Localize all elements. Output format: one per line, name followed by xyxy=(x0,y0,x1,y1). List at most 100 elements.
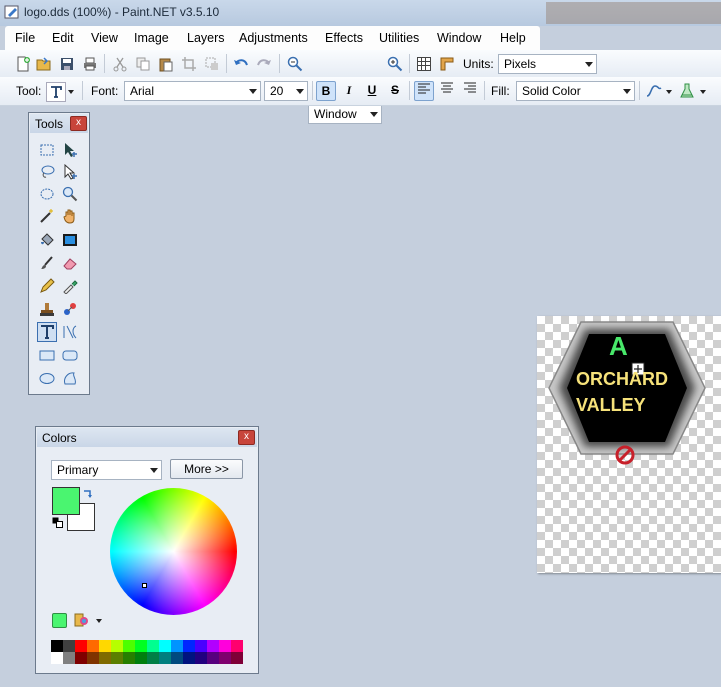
color-picker-icon[interactable] xyxy=(60,276,80,296)
color-wheel[interactable] xyxy=(110,488,237,615)
more-colors-button[interactable]: More >> xyxy=(170,459,243,479)
font-size-dropdown[interactable]: 20 xyxy=(264,81,308,101)
palette-swatch[interactable] xyxy=(111,652,123,664)
rectangle-select-icon[interactable] xyxy=(37,140,57,160)
chevron-down-icon[interactable] xyxy=(96,619,102,623)
paste-icon[interactable] xyxy=(157,55,175,73)
line-curve-icon[interactable] xyxy=(60,322,80,342)
menu-file[interactable]: File xyxy=(15,31,35,45)
text-tool-icon[interactable] xyxy=(46,82,66,102)
move-selected-pixels-icon[interactable] xyxy=(60,140,80,160)
palette-swatch[interactable] xyxy=(159,652,171,664)
align-left-button[interactable] xyxy=(414,81,434,101)
palette-swatch[interactable] xyxy=(231,640,243,652)
palette-swatch[interactable] xyxy=(123,652,135,664)
colors-window-header[interactable]: Colors x xyxy=(37,428,257,447)
menu-effects[interactable]: Effects xyxy=(325,31,363,45)
image-canvas[interactable]: A ORCHARD VALLEY xyxy=(537,316,721,573)
pencil-icon[interactable] xyxy=(37,276,57,296)
zoom-icon[interactable] xyxy=(60,184,80,204)
color-wheel-cursor[interactable] xyxy=(142,583,147,588)
close-icon[interactable]: x xyxy=(238,430,255,445)
palette-swatch[interactable] xyxy=(171,640,183,652)
palette-swatch[interactable] xyxy=(195,640,207,652)
palette-swatch[interactable] xyxy=(135,640,147,652)
magic-wand-icon[interactable] xyxy=(37,206,57,226)
menu-help[interactable]: Help xyxy=(500,31,526,45)
palette-swatch[interactable] xyxy=(195,652,207,664)
menu-adjustments[interactable]: Adjustments xyxy=(239,31,308,45)
eraser-icon[interactable] xyxy=(60,253,80,273)
palette-swatch[interactable] xyxy=(171,652,183,664)
palette-swatch[interactable] xyxy=(219,652,231,664)
rounded-rectangle-icon[interactable] xyxy=(60,345,80,365)
chevron-down-icon[interactable] xyxy=(68,90,74,94)
clone-stamp-icon[interactable] xyxy=(37,299,57,319)
palette-swatch[interactable] xyxy=(51,640,63,652)
paintnet-app-icon[interactable] xyxy=(4,4,20,20)
font-dropdown[interactable]: Arial xyxy=(124,81,261,101)
color-mode-dropdown[interactable]: Primary xyxy=(51,460,162,480)
antialiasing-icon[interactable] xyxy=(645,82,663,100)
palette-swatch[interactable] xyxy=(63,652,75,664)
palette-swatch[interactable] xyxy=(147,652,159,664)
palette-swatch[interactable] xyxy=(207,640,219,652)
tools-window-header[interactable]: Tools x xyxy=(30,114,88,133)
palette-swatch[interactable] xyxy=(183,640,195,652)
menu-view[interactable]: View xyxy=(91,31,118,45)
copy-icon[interactable] xyxy=(134,55,152,73)
paint-bucket-icon[interactable] xyxy=(37,230,57,250)
blend-mode-flask-icon[interactable] xyxy=(678,82,696,100)
ellipse-icon[interactable] xyxy=(37,368,57,388)
align-right-button[interactable] xyxy=(460,81,480,101)
palette-swatch[interactable] xyxy=(111,640,123,652)
palette-swatch[interactable] xyxy=(231,652,243,664)
text-tool-icon[interactable] xyxy=(37,322,57,342)
palette-swatch[interactable] xyxy=(159,640,171,652)
undo-icon[interactable] xyxy=(232,55,250,73)
gradient-icon[interactable] xyxy=(60,230,80,250)
palette-swatch[interactable] xyxy=(87,640,99,652)
menu-window[interactable]: Window xyxy=(437,31,481,45)
palette-swatch[interactable] xyxy=(63,640,75,652)
lasso-select-icon[interactable] xyxy=(37,162,57,182)
menu-utilities[interactable]: Utilities xyxy=(379,31,419,45)
chevron-down-icon[interactable] xyxy=(666,90,672,94)
menu-layers[interactable]: Layers xyxy=(187,31,225,45)
palette-swatch[interactable] xyxy=(183,652,195,664)
move-selection-icon[interactable] xyxy=(60,162,80,182)
ruler-icon[interactable] xyxy=(438,55,456,73)
palette-swatch[interactable] xyxy=(99,640,111,652)
close-icon[interactable]: x xyxy=(70,116,87,131)
palette-swatch[interactable] xyxy=(75,652,87,664)
palette-menu-icon[interactable] xyxy=(73,612,89,628)
cut-icon[interactable] xyxy=(111,55,129,73)
palette-swatch[interactable] xyxy=(75,640,87,652)
grid-icon[interactable] xyxy=(415,55,433,73)
palette-swatch[interactable] xyxy=(87,652,99,664)
fill-dropdown[interactable]: Solid Color xyxy=(516,81,635,101)
crop-icon[interactable] xyxy=(180,55,198,73)
reset-colors-icon[interactable] xyxy=(52,517,64,529)
menu-image[interactable]: Image xyxy=(134,31,169,45)
rectangle-icon[interactable] xyxy=(37,345,57,365)
palette-swatch[interactable] xyxy=(207,652,219,664)
redo-icon[interactable] xyxy=(255,55,273,73)
deselect-icon[interactable] xyxy=(203,55,221,73)
zoom-dropdown[interactable]: Window xyxy=(308,104,382,124)
chevron-down-icon[interactable] xyxy=(700,90,706,94)
italic-button[interactable]: I xyxy=(339,81,359,101)
menu-edit[interactable]: Edit xyxy=(52,31,74,45)
open-icon[interactable] xyxy=(35,55,53,73)
palette-swatch[interactable] xyxy=(219,640,231,652)
strikethrough-button[interactable]: S xyxy=(385,81,405,101)
add-to-palette-icon[interactable] xyxy=(52,613,67,628)
swap-colors-icon[interactable] xyxy=(82,488,94,500)
units-dropdown[interactable]: Pixels xyxy=(498,54,597,74)
recolor-icon[interactable] xyxy=(60,299,80,319)
print-icon[interactable] xyxy=(81,55,99,73)
align-center-button[interactable] xyxy=(437,81,457,101)
new-icon[interactable] xyxy=(14,55,32,73)
underline-button[interactable]: U xyxy=(362,81,382,101)
bold-button[interactable]: B xyxy=(316,81,336,101)
